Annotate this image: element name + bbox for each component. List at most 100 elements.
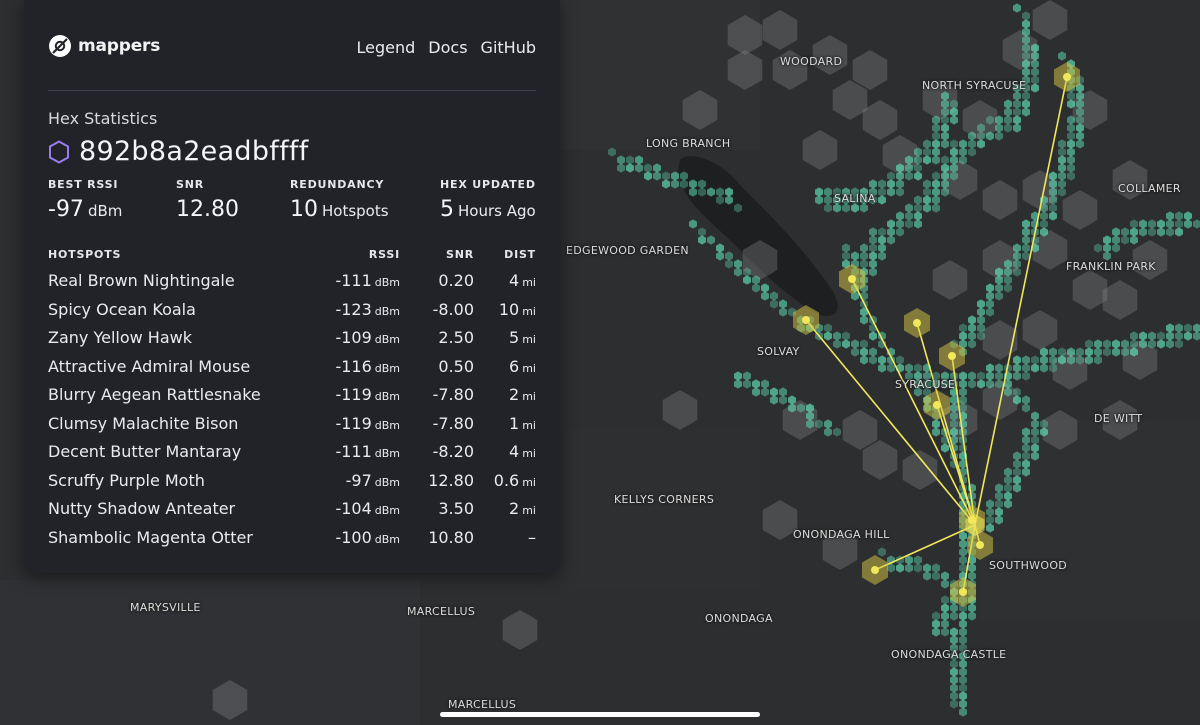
hotspot-marker[interactable] [848, 275, 856, 283]
hotspot-marker[interactable] [933, 401, 941, 409]
hex-id: 892b8a2eadbffff [48, 136, 309, 167]
hotspots-table-header: HOTSPOTS RSSI SNR DIST [48, 248, 536, 262]
hotspot-row[interactable]: Spicy Ocean Koala -123 dBm -8.00 10 mi [48, 295, 536, 324]
hotspot-dist: 6 mi [509, 356, 536, 376]
hexagon-icon [49, 139, 69, 164]
hotspot-row[interactable]: Blurry Aegean Rattlesnake -119 dBm -7.80 2 mi [48, 380, 536, 409]
col-rssi: RSSI [368, 248, 400, 261]
rssi-unit: dBm [374, 418, 400, 432]
hotspot-dist: 4 mi [509, 271, 536, 290]
hotspot-marker[interactable] [1063, 73, 1071, 81]
hotspot-row[interactable]: Nutty Shadow Anteater -104 dBm 3.50 2 mi [48, 494, 536, 523]
hotspot-dist: 1 mi [509, 413, 536, 433]
hotspot-rssi: -97 dBm [345, 470, 400, 490]
hotspot-name: Shambolic Magenta Otter [48, 527, 253, 547]
hotspot-name: Nutty Shadow Anteater [48, 499, 236, 518]
hotspot-row[interactable]: Scruffy Purple Moth -97 dBm 12.80 0.6 mi [48, 466, 536, 495]
rssi-unit: dBm [374, 276, 400, 289]
hex-stats-panel: mappers Legend Docs GitHub Hex Statistic… [24, 0, 560, 573]
hotspot-marker[interactable] [871, 566, 879, 574]
header-divider [48, 90, 536, 91]
stat-value: 10 [290, 197, 318, 222]
panel-header: mappers Legend Docs GitHub [48, 34, 536, 62]
map-place-label: NORTH SYRACUSE [922, 79, 1027, 92]
stat-snr: SNR 12.80 [176, 178, 243, 222]
hotspot-dist: 2 mi [509, 499, 536, 518]
col-dist: DIST [504, 248, 536, 261]
home-indicator[interactable] [440, 712, 760, 717]
hotspot-snr: -7.80 [432, 385, 474, 404]
nav-github-link[interactable]: GitHub [481, 38, 536, 57]
hotspot-row[interactable]: Decent Butter Mantaray -111 dBm -8.20 4 mi [48, 437, 536, 466]
nav-docs-link[interactable]: Docs [428, 38, 467, 57]
section-title: Hex Statistics [48, 109, 158, 128]
hotspot-snr: 0.50 [438, 356, 474, 376]
hotspot-marker[interactable] [976, 541, 984, 549]
hotspot-row[interactable]: Attractive Admiral Mouse -116 dBm 0.50 6 mi [48, 352, 536, 381]
hotspot-name: Decent Butter Mantaray [48, 442, 242, 461]
rssi-unit: dBm [374, 390, 400, 403]
hotspot-name: Attractive Admiral Mouse [48, 356, 251, 376]
dist-unit: mi [522, 447, 536, 460]
col-snr: SNR [446, 248, 474, 261]
stat-unit: dBm [87, 202, 123, 220]
top-nav: Legend Docs GitHub [357, 38, 536, 57]
rssi-unit: dBm [374, 504, 400, 517]
stat-value: -97 [48, 197, 84, 222]
hex-id-value: 892b8a2eadbffff [79, 136, 309, 167]
rssi-unit: dBm [374, 475, 400, 489]
hotspot-row[interactable]: Shambolic Magenta Otter -100 dBm 10.80 – [48, 523, 536, 552]
map-place-label: SYRACUSE [895, 378, 956, 391]
map-place-label: ONONDAGA HILL [793, 528, 890, 541]
hotspot-marker[interactable] [948, 352, 956, 360]
hotspot-snr: 12.80 [428, 470, 474, 490]
hotspot-rssi: -109 dBm [335, 328, 400, 347]
hotspot-dist: – [528, 527, 536, 547]
hotspot-snr: 3.50 [438, 499, 474, 518]
hotspot-rssi: -119 dBm [335, 413, 400, 433]
rssi-unit: dBm [374, 447, 400, 460]
dist-unit: mi [522, 304, 536, 318]
dist-unit: mi [522, 504, 536, 517]
map-place-label: EDGEWOOD GARDEN [566, 244, 689, 257]
hotspot-rssi: -100 dBm [335, 527, 400, 547]
map-place-label: ONONDAGA CASTLE [891, 648, 1007, 661]
map-place-label: FRANKLIN PARK [1066, 260, 1156, 273]
hotspot-row[interactable]: Clumsy Malachite Bison -119 dBm -7.80 1 mi [48, 409, 536, 438]
hotspot-marker[interactable] [802, 316, 810, 324]
mappers-logo-icon [49, 35, 71, 57]
stat-best-rssi: BEST RSSI -97 dBm [48, 178, 122, 222]
hotspot-marker[interactable] [913, 319, 921, 327]
rssi-unit: dBm [374, 532, 400, 546]
hotspot-rssi: -104 dBm [335, 499, 400, 518]
nav-legend-link[interactable]: Legend [357, 38, 416, 57]
map-place-label: LONG BRANCH [646, 137, 731, 150]
hotspot-snr: 0.20 [438, 271, 474, 290]
app-name: mappers [78, 36, 161, 56]
map-place-label: SALINA [834, 192, 876, 205]
hotspot-rssi: -119 dBm [335, 385, 400, 404]
map-place-label: DE WITT [1094, 412, 1143, 425]
rssi-unit: dBm [374, 304, 400, 318]
hotspot-marker[interactable] [959, 588, 967, 596]
stat-unit: Hotspots [322, 202, 389, 220]
stat-unit: Hours Ago [458, 202, 536, 220]
stat-value: 12.80 [176, 197, 239, 222]
hotspot-rssi: -116 dBm [335, 356, 400, 376]
hotspot-row[interactable]: Zany Yellow Hawk -109 dBm 2.50 5 mi [48, 323, 536, 352]
stat-value: 5 [440, 197, 454, 222]
map-place-label: SOUTHWOOD [989, 559, 1068, 572]
logo[interactable]: mappers [48, 34, 160, 58]
map-place-label: WOODARD [780, 55, 843, 68]
map-place-label: SOLVAY [757, 345, 800, 358]
hotspots-table: Real Brown Nightingale -111 dBm 0.20 4 mi Spic… [48, 266, 536, 551]
hotspot-row[interactable]: Real Brown Nightingale -111 dBm 0.20 4 mi [48, 266, 536, 295]
dist-unit: mi [522, 333, 536, 346]
stat-redundancy: REDUNDANCY 10 Hotspots [290, 178, 389, 222]
hotspot-dist: 0.6 mi [493, 470, 536, 490]
hotspot-rssi: -123 dBm [335, 299, 400, 319]
map-place-label: MARCELLUS [407, 605, 476, 618]
map-place-label: KELLYS CORNERS [614, 493, 715, 506]
hotspot-name: Scruffy Purple Moth [48, 470, 205, 490]
col-hotspots: HOTSPOTS [48, 248, 122, 261]
